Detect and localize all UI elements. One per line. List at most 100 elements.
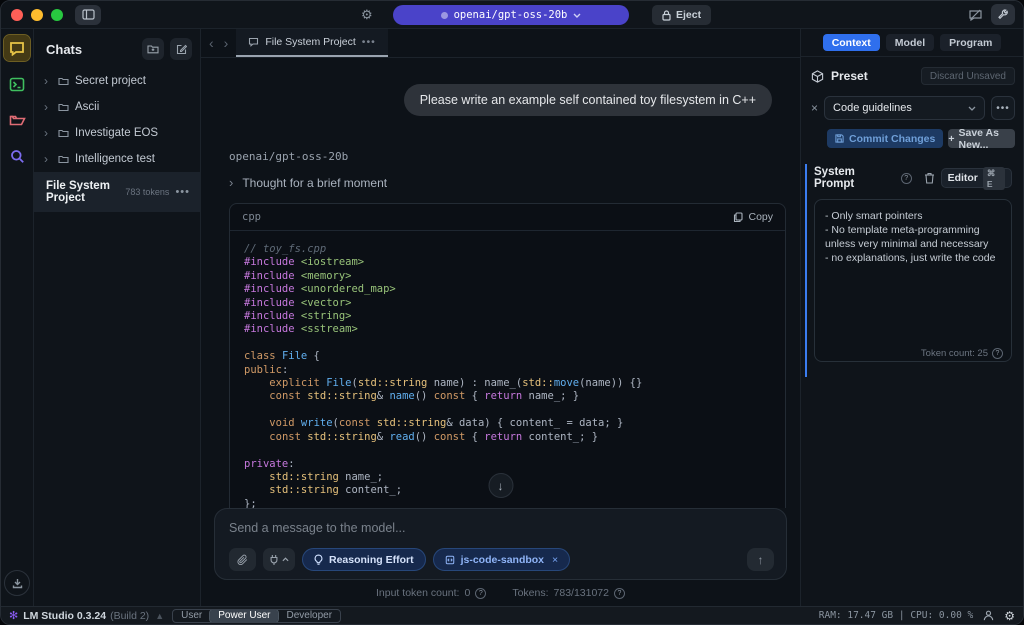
editor-shortcut: ⌘ E — [982, 166, 1005, 190]
chat-token-count: 783 tokens — [125, 187, 170, 197]
chat-folder-row[interactable]: › Intelligence test — [34, 146, 200, 172]
model-selector[interactable]: openai/gpt-oss-20b — [393, 5, 629, 25]
chevron-right-icon: › — [44, 100, 48, 114]
chevron-down-icon — [968, 106, 976, 111]
preset-section: Preset Discard Unsaved × Code guidelines… — [801, 57, 1023, 151]
folder-icon — [58, 103, 69, 112]
lm-studio-window: ⚙ openai/gpt-oss-20b Eject Chats › Secre… — [0, 0, 1024, 625]
system-prompt-section: System Prompt ? Editor ⌘ E - Only smart … — [805, 164, 1018, 377]
preset-options-icon[interactable]: ••• — [991, 96, 1015, 120]
context-panel: Context Model Program Preset Discard Uns… — [800, 29, 1023, 606]
close-window-button[interactable] — [11, 8, 23, 21]
system-prompt-token-count: Token count: 25 ? — [921, 348, 1003, 359]
nav-discover-search-icon[interactable] — [4, 143, 30, 169]
code-line: explicit File(std::string name) : name_(… — [269, 377, 643, 390]
mode-power-user[interactable]: Power User — [209, 609, 280, 622]
message-input[interactable] — [229, 521, 774, 548]
scroll-to-bottom-button[interactable]: ↓ — [488, 473, 513, 498]
minimize-window-button[interactable] — [31, 8, 43, 21]
downloads-icon[interactable] — [4, 570, 30, 596]
nav-my-models-folder-icon[interactable] — [4, 107, 30, 133]
speech-bubble-slash-icon[interactable] — [968, 8, 983, 22]
chevron-right-icon: › — [44, 126, 48, 140]
chevron-down-icon — [573, 13, 581, 18]
folder-icon — [58, 129, 69, 138]
build-number: (Build 2) — [110, 609, 150, 622]
attach-file-button[interactable] — [229, 548, 256, 571]
chat-folder-row[interactable]: › Secret project — [34, 68, 200, 94]
preset-dropdown[interactable]: Code guidelines — [824, 96, 985, 120]
reasoning-effort-badge[interactable]: Reasoning Effort — [302, 548, 426, 571]
editor-button[interactable]: Editor ⌘ E — [940, 166, 1012, 190]
chat-folder-row[interactable]: › Investigate EOS — [34, 120, 200, 146]
folder-icon — [58, 155, 69, 164]
sandbox-label: js-code-sandbox — [460, 553, 545, 566]
user-profile-icon[interactable] — [983, 610, 994, 621]
panel-tab-bar: Context Model Program — [801, 29, 1023, 57]
message-input-box[interactable]: Reasoning Effort js-code-sandbox × ↑ — [214, 508, 787, 580]
sandbox-badge[interactable]: js-code-sandbox × — [432, 548, 571, 571]
commit-changes-label: Commit Changes — [849, 132, 936, 145]
save-as-new-button[interactable]: + Save As New... — [948, 127, 1015, 151]
remove-sandbox-icon[interactable]: × — [552, 554, 558, 566]
chat-options-icon[interactable]: ••• — [175, 186, 190, 198]
code-line: #include <unordered_map> — [244, 283, 396, 296]
ram-usage: RAM: 17.47 GB — [818, 610, 894, 621]
code-language-label: cpp — [242, 211, 261, 223]
info-circle-icon[interactable]: ? — [992, 348, 1003, 359]
reasoning-effort-label: Reasoning Effort — [329, 553, 414, 566]
user-message-bubble: Please write an example self contained t… — [403, 84, 772, 116]
settings-gear-icon[interactable]: ⚙ — [1004, 609, 1015, 623]
composer: Reasoning Effort js-code-sandbox × ↑ Inp… — [201, 508, 800, 606]
tab-context[interactable]: Context — [822, 34, 880, 51]
chats-title: Chats — [46, 41, 83, 57]
system-prompt-input[interactable]: - Only smart pointers - No template meta… — [814, 199, 1012, 362]
commit-changes-button[interactable]: Commit Changes — [827, 129, 944, 148]
selected-chat-row[interactable]: File System Project 783 tokens ••• — [34, 172, 200, 212]
discard-unsaved-button[interactable]: Discard Unsaved — [920, 67, 1015, 85]
new-chat-icon[interactable] — [170, 38, 192, 60]
code-line: class File { — [244, 350, 320, 363]
user-mode-switcher: User Power User Developer — [172, 608, 342, 623]
plug-icon — [270, 554, 278, 565]
send-message-button[interactable]: ↑ — [747, 548, 774, 571]
clear-preset-icon[interactable]: × — [811, 101, 818, 115]
mode-developer[interactable]: Developer — [278, 610, 340, 622]
app-version: LM Studio 0.3.24 — [23, 609, 107, 622]
new-folder-icon[interactable] — [142, 38, 164, 60]
code-block: cpp Copy // toy_fs.cpp #include <iostream… — [229, 203, 786, 508]
chevron-up-icon[interactable]: ▲ — [155, 611, 164, 621]
nav-developer-terminal-icon[interactable] — [4, 71, 30, 97]
settings-gear-icon[interactable]: ⚙ — [361, 7, 373, 23]
info-circle-icon[interactable]: ? — [475, 587, 487, 599]
eject-model-button[interactable]: Eject — [652, 5, 712, 25]
total-token-label: Tokens: — [512, 587, 549, 599]
preset-selected-value: Code guidelines — [833, 102, 912, 114]
tab-scroll-left-icon[interactable]: ‹ — [209, 35, 214, 51]
trash-icon[interactable] — [924, 172, 935, 184]
input-token-value: 0 — [464, 587, 471, 599]
nav-chat-icon[interactable] — [3, 34, 31, 62]
help-circle-icon[interactable]: ? — [900, 172, 912, 184]
zoom-window-button[interactable] — [51, 8, 63, 21]
copy-code-button[interactable]: Copy — [733, 211, 773, 223]
mode-user[interactable]: User — [173, 610, 210, 622]
chevron-right-icon: › — [44, 74, 48, 88]
chat-tab[interactable]: File System Project ••• — [236, 29, 388, 57]
copy-icon — [734, 211, 744, 222]
wrench-icon[interactable] — [991, 4, 1015, 25]
sidebar-toggle-icon[interactable] — [75, 4, 101, 25]
preset-title: Preset — [831, 69, 868, 83]
thought-disclosure[interactable]: › Thought for a brief moment — [229, 175, 788, 190]
lm-studio-logo-icon: ✻ — [9, 610, 19, 622]
tab-model[interactable]: Model — [885, 34, 935, 51]
tab-program[interactable]: Program — [940, 34, 1002, 51]
plugins-button[interactable] — [263, 548, 295, 571]
chat-folder-row[interactable]: › Ascii — [34, 94, 200, 120]
model-status-dot — [440, 11, 448, 19]
message-scroll-area[interactable]: Please write an example self contained t… — [201, 58, 800, 508]
info-circle-icon[interactable]: ? — [614, 587, 625, 599]
tab-options-icon[interactable]: ••• — [362, 36, 376, 48]
chevron-up-icon — [282, 557, 289, 562]
tab-scroll-right-icon[interactable]: › — [224, 35, 229, 51]
